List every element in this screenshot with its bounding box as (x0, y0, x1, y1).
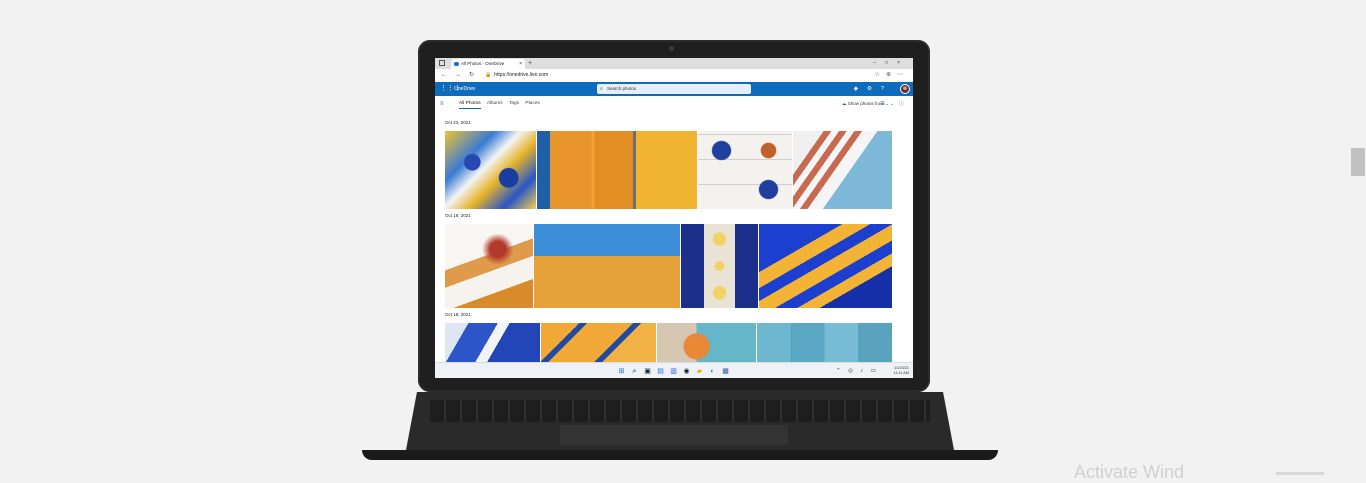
photo-thumbnail[interactable] (681, 224, 758, 308)
photo-thumbnail[interactable] (537, 131, 697, 209)
photo-row (445, 131, 892, 209)
store-icon[interactable]: ▦ (721, 367, 730, 376)
photo-thumbnail[interactable] (759, 224, 892, 308)
taskbar-pinned-apps: ⊞ ⌕ ▣ ▤ ▥ ◉ ▰ ◐ ▦ (617, 363, 730, 378)
search-box[interactable]: ⌕ Search photos (597, 84, 751, 94)
teams-icon[interactable]: ▥ (669, 367, 678, 376)
avatar[interactable] (900, 84, 910, 94)
section-date: Oct 23, 2021 (445, 120, 471, 125)
clock-time: 11:11 AM (893, 371, 909, 375)
photo-thumbnail[interactable] (445, 131, 536, 209)
trackpad (560, 425, 788, 445)
url-text: https://onedrive.live.com (494, 72, 549, 78)
header-action-icons[interactable]: ◆⚙? (854, 82, 893, 96)
refresh-icon[interactable]: ↻ (469, 69, 474, 82)
photos-nav-row: ≡ All Photos Albums Tags Places ☁ Show p… (435, 96, 913, 112)
start-icon[interactable]: ⊞ (617, 367, 626, 376)
onedrive-cloud-icon (454, 62, 459, 66)
new-tab-button[interactable]: + (528, 58, 532, 69)
tab-tags[interactable]: Tags (509, 101, 519, 106)
system-tray-icons[interactable]: ⌃ ◎ ♪ ▭ (836, 363, 879, 378)
onedrive-header: ⋮⋮⋮ OneDrive ⌕ Search photos ◆⚙? (435, 82, 913, 96)
photo-thumbnail[interactable] (445, 224, 533, 308)
cloud-icon: ☁ (841, 101, 847, 106)
tab-close-icon[interactable]: × (519, 59, 522, 69)
window-menu-icon[interactable] (439, 60, 445, 66)
url-field[interactable]: 🔒 https://onedrive.live.com (485, 71, 845, 80)
widgets-icon[interactable]: ▤ (656, 367, 665, 376)
browser-tab-all-photos[interactable]: All Photos - OneDrive × (451, 59, 525, 69)
tab-places[interactable]: Places (525, 101, 539, 106)
search-placeholder: Search photos (607, 86, 637, 91)
laptop-screen: All Photos - OneDrive × + –□× ← → ↻ 🔒 htt… (435, 58, 913, 378)
photo-thumbnail[interactable] (757, 323, 892, 362)
chat-icon[interactable]: ◉ (682, 367, 691, 376)
browser-toolbar-icons[interactable]: ☆⊕⋯ (875, 69, 909, 82)
keyboard (430, 400, 930, 422)
search-icon[interactable]: ⌕ (630, 367, 639, 376)
file-explorer-icon[interactable]: ▰ (695, 367, 704, 376)
activate-windows-watermark: Activate Wind (1074, 462, 1185, 482)
photo-row (445, 323, 892, 362)
laptop-front-edge (362, 450, 998, 460)
windows-taskbar: ⊞ ⌕ ▣ ▤ ▥ ◉ ▰ ◐ ▦ ⌃ ◎ ♪ ▭ 10/23/21 11:11… (435, 362, 913, 378)
laptop-device: All Photos - OneDrive × + –□× ← → ↻ 🔒 htt… (362, 40, 998, 465)
tab-all-photos[interactable]: All Photos (459, 101, 481, 109)
back-icon[interactable]: ← (441, 69, 447, 82)
view-options-icons[interactable]: ☰⌄ⓘ (880, 96, 909, 112)
task-view-icon[interactable]: ▣ (643, 367, 652, 376)
taskbar-clock[interactable]: 10/23/21 11:11 AM (894, 366, 909, 376)
window-controls[interactable]: –□× (873, 58, 909, 69)
onedrive-brand[interactable]: OneDrive (454, 82, 475, 96)
lock-icon: 🔒 (485, 72, 492, 78)
forward-icon[interactable]: → (455, 69, 461, 82)
photo-thumbnail[interactable] (698, 131, 792, 209)
edge-icon[interactable]: ◐ (708, 367, 717, 376)
photo-thumbnail[interactable] (657, 323, 756, 362)
photo-thumbnail[interactable] (793, 131, 892, 209)
search-icon: ⌕ (600, 86, 603, 92)
webcam (669, 46, 674, 51)
section-date: Oct 18, 2021 (445, 312, 471, 317)
photos-tabs: All Photos Albums Tags Places (459, 96, 545, 112)
hamburger-menu-icon[interactable]: ≡ (440, 96, 444, 112)
show-photos-from-label: Show photos from (847, 101, 884, 106)
photo-thumbnail[interactable] (541, 323, 656, 362)
section-date: Oct 19, 2021 (445, 213, 471, 218)
tab-albums[interactable]: Albums (487, 101, 503, 106)
photo-thumbnail[interactable] (445, 323, 540, 362)
photo-thumbnail[interactable] (534, 224, 680, 308)
laptop-base (362, 392, 998, 462)
page-scrollbar-thumb[interactable] (1351, 148, 1365, 176)
browser-tab-bar: All Photos - OneDrive × + –□× (435, 58, 913, 69)
tab-title: All Photos - OneDrive (461, 61, 505, 66)
photo-row (445, 224, 892, 308)
browser-address-bar: ← → ↻ 🔒 https://onedrive.live.com ☆⊕⋯ (435, 69, 913, 83)
